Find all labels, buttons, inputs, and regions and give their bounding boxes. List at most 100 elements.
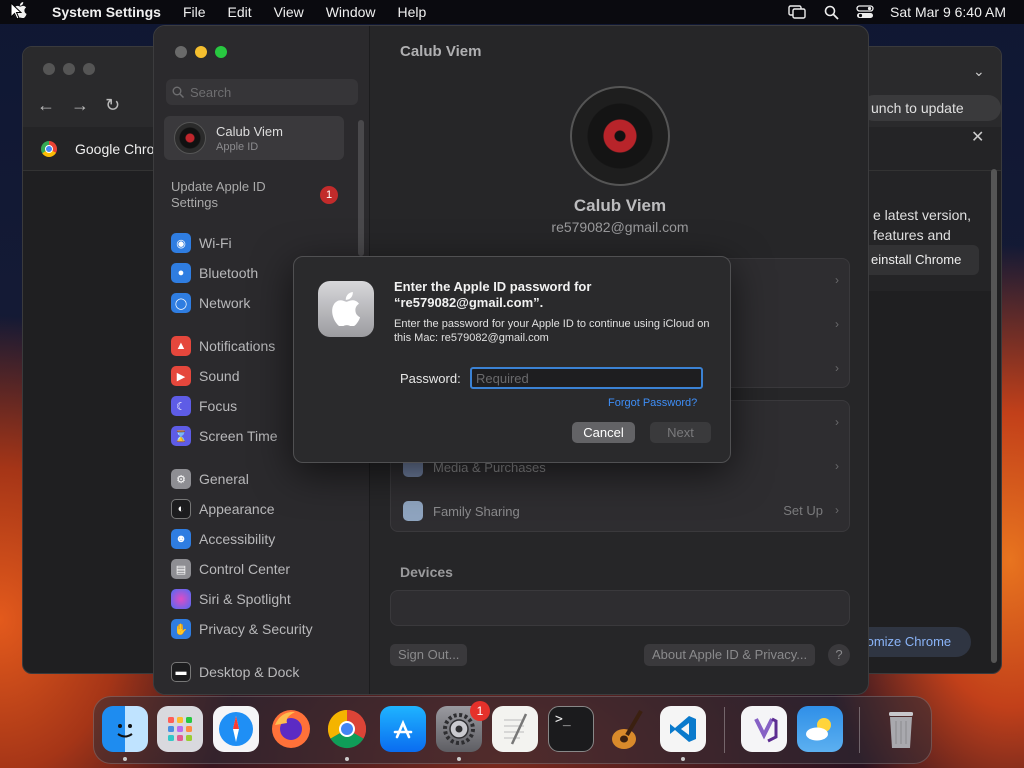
close-window-button[interactable]: [175, 46, 187, 58]
weather-icon[interactable]: [797, 706, 843, 752]
close-icon[interactable]: ✕: [971, 127, 984, 147]
launchpad-icon[interactable]: [157, 706, 203, 752]
screen-mirroring-icon[interactable]: [780, 5, 814, 19]
siri-icon: [171, 589, 191, 609]
sidebar-item-label: Siri & Spotlight: [199, 591, 291, 607]
profile-avatar[interactable]: [570, 86, 670, 186]
app-menu[interactable]: System Settings: [40, 4, 172, 20]
chrome-scrollbar[interactable]: [991, 169, 997, 663]
sidebar-item-appearance[interactable]: ◐ Appearance: [171, 497, 275, 521]
accessibility-icon: ☻: [171, 529, 191, 549]
control-center-icon: ▤: [171, 559, 191, 579]
sidebar-item-privacy-security[interactable]: ✋ Privacy & Security: [171, 617, 313, 641]
firefox-icon[interactable]: [268, 706, 314, 752]
cancel-button[interactable]: Cancel: [572, 422, 635, 443]
spotlight-search-icon[interactable]: [814, 5, 848, 20]
family-setup-label[interactable]: Set Up: [783, 503, 823, 518]
next-button[interactable]: Next: [650, 422, 711, 443]
reinstall-chrome-button[interactable]: einstall Chrome: [861, 245, 979, 275]
sidebar-item-wifi[interactable]: ◉ Wi-Fi: [171, 231, 232, 255]
bluetooth-icon: ●: [171, 263, 191, 283]
sidebar-item-label: General: [199, 471, 249, 487]
forward-arrow-icon[interactable]: →: [71, 95, 89, 116]
textedit-icon[interactable]: [492, 706, 538, 752]
garageband-icon[interactable]: [604, 706, 650, 752]
sidebar-item-update-apple-id[interactable]: Update Apple ID Settings: [171, 179, 291, 211]
trash-icon[interactable]: [878, 706, 924, 752]
avatar: [174, 122, 206, 154]
sidebar-item-network[interactable]: ◯ Network: [171, 291, 250, 315]
password-input[interactable]: [470, 367, 703, 389]
relaunch-to-update-button[interactable]: unch to update: [861, 95, 1001, 121]
sidebar-item-siri-spotlight[interactable]: Siri & Spotlight: [171, 587, 291, 611]
menu-window[interactable]: Window: [315, 4, 387, 20]
sidebar-item-label: Notifications: [199, 338, 276, 354]
hourglass-icon: ⌛: [171, 426, 191, 446]
customize-chrome-button[interactable]: tomize Chrome: [853, 627, 971, 657]
running-indicator: [457, 757, 461, 761]
forgot-password-link[interactable]: Forgot Password?: [608, 397, 697, 409]
sidebar-item-accessibility[interactable]: ☻ Accessibility: [171, 527, 275, 551]
terminal-icon[interactable]: >_: [548, 706, 594, 752]
family-sharing-row[interactable]: Family Sharing: [403, 501, 520, 521]
speaker-icon: ▶: [171, 366, 191, 386]
sidebar-item-label: Sound: [199, 368, 240, 384]
help-button[interactable]: ?: [828, 644, 850, 666]
chevron-down-icon[interactable]: ⌄: [973, 63, 985, 80]
chevron-right-icon: ›: [835, 273, 839, 287]
dock-icon: ▬: [171, 662, 191, 682]
apple-id-name: Calub Viem: [216, 124, 283, 139]
menu-bar: System Settings File Edit View Window He…: [0, 0, 1024, 24]
sidebar-search-field[interactable]: Search: [166, 79, 358, 105]
running-indicator: [123, 757, 127, 761]
minimize-window-button[interactable]: [195, 46, 207, 58]
sidebar-item-desktop-dock[interactable]: ▬ Desktop & Dock: [171, 660, 299, 684]
sidebar-item-sound[interactable]: ▶ Sound: [171, 364, 239, 388]
menu-help[interactable]: Help: [387, 4, 438, 20]
dialog-message: Enter the password for your Apple ID to …: [394, 318, 710, 344]
sidebar-item-notifications[interactable]: ▲ Notifications: [171, 334, 275, 358]
chevron-right-icon: ›: [835, 361, 839, 375]
menu-view[interactable]: View: [263, 4, 315, 20]
sidebar-item-bluetooth[interactable]: ● Bluetooth: [171, 261, 258, 285]
about-apple-id-privacy-button[interactable]: About Apple ID & Privacy...: [644, 644, 816, 666]
search-icon: [172, 86, 184, 98]
finder-icon[interactable]: [102, 706, 148, 752]
sidebar-item-label: Network: [199, 295, 251, 311]
window-traffic-lights: [175, 46, 227, 58]
sidebar-item-label: Screen Time: [199, 428, 278, 444]
hand-icon: ✋: [171, 619, 191, 639]
sidebar-item-control-center[interactable]: ▤ Control Center: [171, 557, 290, 581]
menu-clock[interactable]: Sat Mar 9 6:40 AM: [882, 4, 1006, 20]
profile-email: re579082@gmail.com: [551, 219, 689, 235]
dialog-title: Enter the Apple ID password for “re57908…: [394, 279, 592, 310]
reload-icon[interactable]: ↻: [105, 95, 120, 116]
control-center-icon[interactable]: [848, 5, 882, 19]
vscode-icon[interactable]: [660, 706, 706, 752]
chrome-icon[interactable]: [324, 706, 370, 752]
chevron-right-icon: ›: [835, 503, 839, 517]
chrome-logo-icon: [41, 141, 57, 157]
sidebar-item-focus[interactable]: ☾ Focus: [171, 394, 237, 418]
notification-badge: 1: [320, 186, 338, 204]
profile-name: Calub Viem: [573, 196, 667, 215]
back-arrow-icon[interactable]: ←: [37, 95, 55, 116]
menu-edit[interactable]: Edit: [217, 4, 263, 20]
zoom-window-button[interactable]: [215, 46, 227, 58]
appearance-icon: ◐: [171, 499, 191, 519]
sidebar-item-general[interactable]: ⚙ General: [171, 467, 249, 491]
dock-separator: [724, 707, 725, 753]
safari-icon[interactable]: [213, 706, 259, 752]
dock: 1 >_: [93, 696, 932, 764]
sidebar-item-apple-id[interactable]: Calub Viem Apple ID: [164, 116, 344, 160]
sign-out-button[interactable]: Sign Out...: [390, 644, 468, 666]
chevron-right-icon: ›: [835, 317, 839, 331]
sidebar-scrollbar[interactable]: [358, 120, 364, 256]
visual-studio-icon[interactable]: [741, 706, 787, 752]
moon-icon: ☾: [171, 396, 191, 416]
app-store-icon[interactable]: [380, 706, 426, 752]
sidebar-item-label: Focus: [199, 398, 238, 414]
menu-file[interactable]: File: [172, 4, 217, 20]
chrome-update-text: e latest version, features and: [873, 171, 971, 245]
sidebar-item-screen-time[interactable]: ⌛ Screen Time: [171, 424, 278, 448]
